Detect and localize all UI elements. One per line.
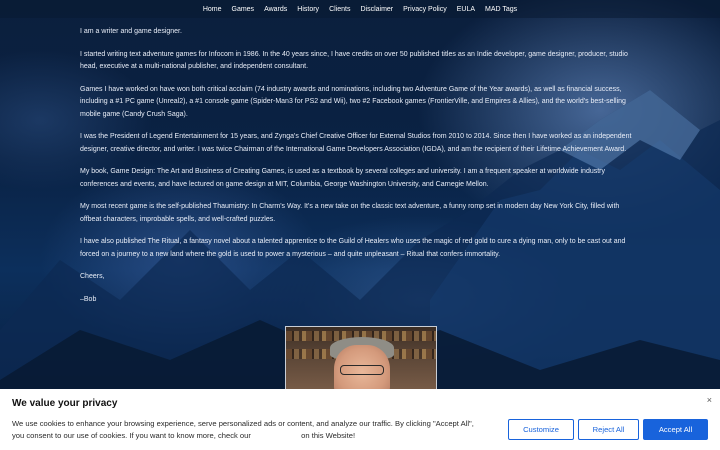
author-photo xyxy=(285,326,437,396)
nav-eula[interactable]: EULA xyxy=(452,6,480,13)
author-glasses xyxy=(340,365,384,375)
nav-privacy-policy[interactable]: Privacy Policy xyxy=(398,6,452,13)
bio-paragraph: I was the President of Legend Entertainm… xyxy=(80,133,632,153)
nav-games[interactable]: Games xyxy=(227,6,260,13)
bio-paragraph: Games I have worked on have won both cri… xyxy=(80,85,626,118)
nav-disclaimer[interactable]: Disclaimer xyxy=(355,6,398,13)
bio-paragraph: I have also published The Ritual, a fant… xyxy=(80,238,626,258)
close-icon[interactable]: × xyxy=(707,395,712,405)
consent-message: We use cookies to enhance your browsing … xyxy=(12,418,502,442)
top-navigation: Home Games Awards History Clients Discla… xyxy=(0,0,720,18)
nav-awards[interactable]: Awards xyxy=(259,6,292,13)
accept-all-button[interactable]: Accept All xyxy=(643,419,708,440)
consent-title: We value your privacy xyxy=(12,398,118,409)
consent-message-line2-end: on this Website! xyxy=(301,431,356,440)
bio-paragraph: I started writing text adventure games f… xyxy=(80,50,628,71)
customize-button[interactable]: Customize xyxy=(508,419,574,440)
signature: –Bob xyxy=(80,295,97,303)
consent-message-line1: We use cookies to enhance your browsing … xyxy=(12,419,474,428)
reject-all-button[interactable]: Reject All xyxy=(578,419,639,440)
bio-paragraph: I am a writer and game designer. xyxy=(80,28,182,35)
nav-clients[interactable]: Clients xyxy=(324,6,355,13)
nav-history[interactable]: History xyxy=(292,6,324,13)
nav-mad-tags[interactable]: MAD Tags xyxy=(480,6,522,13)
bio-paragraph: My most recent game is the self-publishe… xyxy=(80,203,620,223)
consent-message-line2-start: you consent to our use of cookies. If yo… xyxy=(12,431,251,440)
bio-content: I am a writer and game designer. I start… xyxy=(80,26,640,316)
sign-off: Cheers, xyxy=(80,273,105,280)
bio-paragraph: My book, Game Design: The Art and Busine… xyxy=(80,168,606,188)
nav-home[interactable]: Home xyxy=(198,6,227,13)
